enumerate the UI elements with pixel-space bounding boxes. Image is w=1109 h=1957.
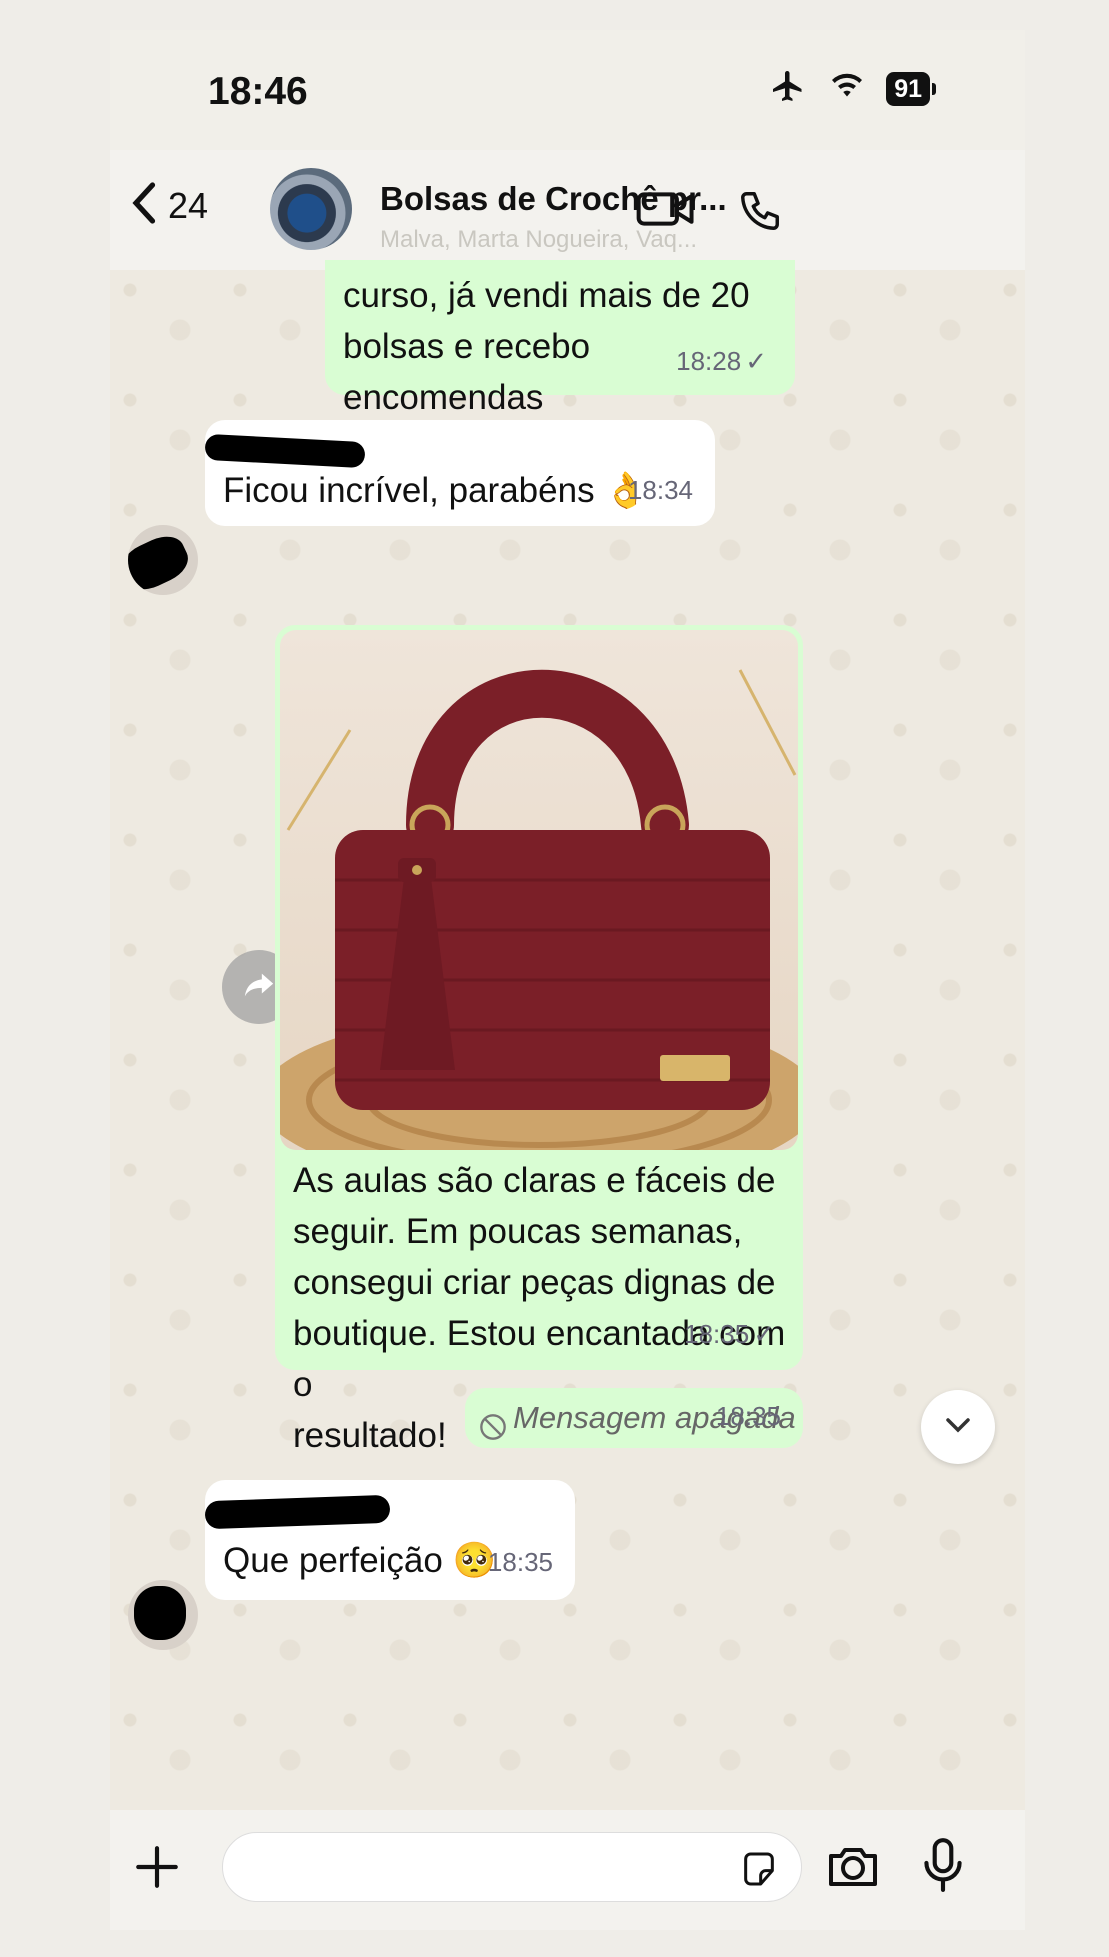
microphone-icon[interactable] xyxy=(922,1836,964,1899)
unread-count: 24 xyxy=(168,184,209,226)
message-text: Ficou incrível, parabéns 👌 xyxy=(223,471,648,510)
airplane-icon xyxy=(768,68,808,109)
phone-screen: 18:46 91 24 Bolsas de Crochê pr... Malva… xyxy=(110,30,1025,1930)
message-timestamp: 18:35 xyxy=(715,1401,781,1431)
plus-icon[interactable] xyxy=(132,1842,182,1897)
message-bubble-outgoing[interactable]: curso, já vendi mais de 20 bolsas e rece… xyxy=(325,260,795,468)
sender-avatar[interactable] xyxy=(128,525,198,595)
video-call-icon[interactable] xyxy=(635,188,697,235)
chevron-down-icon xyxy=(943,1415,973,1440)
message-text: Que perfeição 🥺 xyxy=(223,1541,497,1580)
status-icons: 91 xyxy=(768,68,936,109)
sticker-icon[interactable] xyxy=(739,1849,779,1894)
scroll-to-bottom-button[interactable] xyxy=(921,1390,995,1464)
message-time: 18:28 ✓ xyxy=(676,336,767,387)
deleted-message-bubble[interactable]: Mensagem apagada 18:35 xyxy=(465,1388,803,1448)
message-input[interactable] xyxy=(222,1832,802,1902)
group-avatar[interactable] xyxy=(270,168,352,250)
sent-check-icon: ✓ xyxy=(745,346,767,376)
blocked-icon xyxy=(479,1404,507,1455)
back-button[interactable]: 24 xyxy=(130,180,208,231)
input-bar xyxy=(110,1810,1025,1930)
phone-call-icon[interactable] xyxy=(735,188,785,239)
message-bubble-incoming[interactable]: Que perfeição 🥺 18:35 xyxy=(204,1480,575,1600)
bag-photo[interactable] xyxy=(280,630,798,1150)
forward-icon xyxy=(242,970,276,1005)
caption-line: consegui criar peças dignas de xyxy=(293,1263,776,1302)
caption-line: seguir. Em poucas semanas, xyxy=(293,1212,743,1251)
message-timestamp: 18:34 xyxy=(627,475,693,505)
message-line: curso, já vendi mais de 20 xyxy=(343,276,750,315)
caption-line: As aulas são claras e fáceis de xyxy=(293,1161,776,1200)
chat-header: 24 Bolsas de Crochê pr... Malva, Marta N… xyxy=(110,150,1025,270)
chevron-left-icon xyxy=(130,180,160,231)
message-timestamp: 18:28 xyxy=(676,346,742,376)
redacted-sender-name xyxy=(204,433,366,469)
wifi-icon xyxy=(828,71,866,106)
sent-check-icon: ✓ xyxy=(753,1319,775,1349)
message-bubble-incoming[interactable]: Ficou incrível, parabéns 👌 18:34 xyxy=(204,420,715,526)
image-message-bubble[interactable]: As aulas são claras e fáceis de seguir. … xyxy=(275,625,803,1455)
chat-area[interactable]: curso, já vendi mais de 20 bolsas e rece… xyxy=(110,260,1025,1848)
redacted-sender-name xyxy=(204,1494,391,1530)
camera-icon[interactable] xyxy=(825,1842,881,1895)
battery-indicator: 91 xyxy=(886,71,936,106)
status-time: 18:46 xyxy=(208,70,308,113)
sender-avatar[interactable] xyxy=(128,1580,198,1650)
message-timestamp: 18:35 xyxy=(487,1547,553,1577)
message-time: 18:35 ✓ xyxy=(684,1309,775,1360)
message-timestamp: 18:35 xyxy=(684,1319,750,1349)
